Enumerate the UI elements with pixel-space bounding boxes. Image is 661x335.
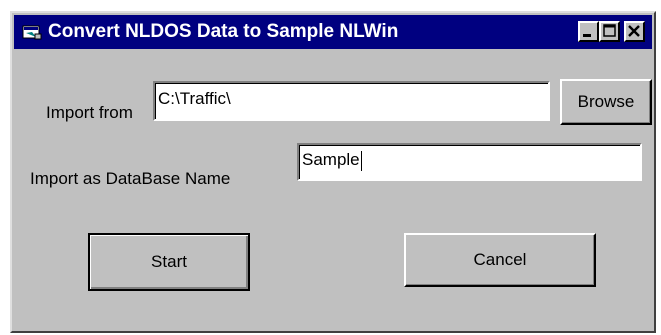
import-from-label: Import from [46, 103, 133, 122]
database-name-input[interactable]: Sample [297, 143, 642, 181]
start-button[interactable]: Start [88, 233, 250, 291]
minimize-button[interactable] [578, 21, 599, 42]
browse-button[interactable]: Browse [560, 79, 652, 125]
import-from-input[interactable]: C:\Traffic\ [153, 81, 550, 121]
convert-dialog: Convert NLDOS Data to Sample NLWin Impor… [10, 11, 656, 333]
app-window-icon[interactable] [22, 24, 42, 40]
maximize-icon [603, 24, 616, 37]
cancel-button[interactable]: Cancel [404, 233, 596, 287]
window-title: Convert NLDOS Data to Sample NLWin [48, 21, 399, 42]
minimize-icon [583, 34, 591, 37]
title-bar[interactable]: Convert NLDOS Data to Sample NLWin [14, 15, 652, 49]
maximize-button[interactable] [599, 21, 620, 42]
text-caret [360, 150, 362, 171]
import-as-database-label: Import as DataBase Name [30, 169, 231, 188]
import-from-value: C:\Traffic\ [158, 89, 231, 108]
close-button[interactable] [624, 21, 645, 42]
database-name-value: Sample [302, 150, 360, 169]
close-icon [628, 25, 640, 37]
